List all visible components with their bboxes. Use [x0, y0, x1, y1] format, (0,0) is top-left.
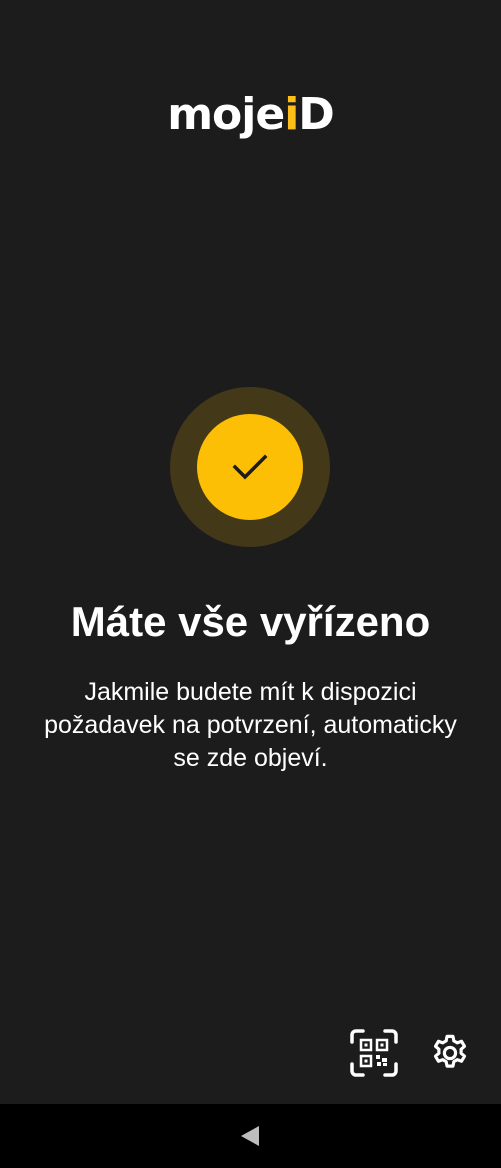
check-icon: [232, 454, 268, 480]
bottom-actions: [0, 1026, 501, 1080]
qr-scan-button[interactable]: [347, 1026, 401, 1080]
status-message: Jakmile budete mít k dispozici požadavek…: [44, 678, 457, 772]
status-indicator: [170, 387, 330, 547]
back-triangle-icon: [241, 1126, 259, 1146]
logo-suffix: D: [298, 88, 335, 140]
logo-prefix: moje: [167, 88, 285, 140]
status-circle: [197, 414, 303, 520]
app-screen: moje i D Máte vše vyřízeno Jakmile budete …: [0, 0, 501, 1104]
mojeid-logo: moje i D: [0, 84, 501, 144]
gear-icon: [433, 1034, 467, 1068]
status-title: Máte vše vyřízeno: [70, 598, 431, 645]
logo-wordmark: moje i D: [167, 88, 335, 140]
logo-i: i: [284, 88, 299, 140]
nav-back-button[interactable]: [236, 1122, 264, 1150]
system-navigation-bar: [0, 1104, 501, 1168]
qr-scan-icon: [350, 1029, 398, 1077]
settings-button[interactable]: [425, 1028, 475, 1078]
